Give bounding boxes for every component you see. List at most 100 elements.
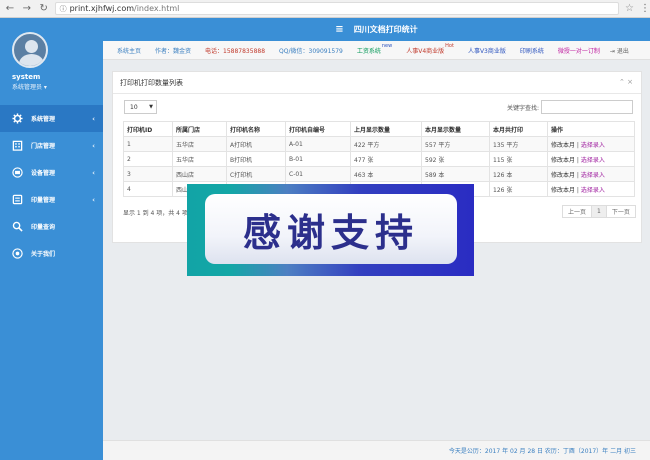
sidebar-item-label: 印量查询	[31, 224, 56, 231]
tab-print-system[interactable]: 印刷系统	[520, 46, 544, 55]
sidebar-item-system[interactable]: 系统管理 ‹	[0, 105, 103, 132]
browser-menu-icon[interactable]: ⋮	[640, 3, 650, 14]
device-icon	[12, 167, 23, 178]
tab-label: 工资系统	[356, 47, 381, 55]
select-entry-link[interactable]: 选择录入	[581, 142, 605, 149]
tab-salary-system[interactable]: 工资系统new	[356, 42, 393, 55]
cell-code: A-01	[285, 136, 351, 152]
tab-home[interactable]: 系统主页	[117, 46, 141, 55]
thanks-overlay: 感谢支持	[187, 184, 474, 276]
chevron-left-icon: ‹	[92, 168, 95, 177]
user-role-dropdown[interactable]: 系统管理员 ▾	[12, 82, 47, 91]
tab-custom[interactable]: 微授一对一订制	[558, 46, 600, 55]
column-header: 操作	[547, 121, 635, 137]
reload-icon[interactable]: ↻	[37, 2, 51, 16]
table-header-row: 打印机ID 所属门店 打印机名称 打印机自编号 上月显示数量 本月显示数量 本月…	[123, 121, 635, 137]
cell-last-month: 463 本	[350, 166, 422, 182]
select-entry-link[interactable]: 选择录入	[581, 172, 605, 179]
page-number-button[interactable]: 1	[591, 205, 607, 218]
tab-phone[interactable]: 电话：15887835888	[205, 46, 265, 55]
sidebar-item-label: 关于我们	[31, 251, 56, 258]
cell-name: B打印机	[226, 151, 286, 167]
sidebar-item-stores[interactable]: 门店管理 ‹	[0, 132, 103, 159]
column-header[interactable]: 打印机ID	[123, 121, 173, 137]
cell-code: B-01	[285, 151, 351, 167]
page-size-select[interactable]: 10 ▼	[124, 100, 157, 114]
cell-store: 五华店	[172, 151, 227, 167]
url-host: print.xjhfwj.com	[69, 4, 135, 13]
select-entry-link[interactable]: 选择录入	[581, 157, 605, 164]
prev-page-button[interactable]: 上一页	[562, 205, 593, 218]
sidebar-item-label: 系统管理	[31, 116, 56, 123]
search-label: 关键字查找:	[507, 105, 540, 112]
cell-code: C-01	[285, 166, 351, 182]
sidebar-item-query[interactable]: 印量查询	[0, 213, 103, 240]
cell-actions: 修改本月 | 选择录入	[547, 151, 635, 167]
nav-bar: 系统主页 作者：魏金资 电话：15887835888 QQ/微信：3090915…	[103, 41, 650, 60]
panel-tools[interactable]: ⌃ ×	[619, 78, 633, 86]
tab-qq[interactable]: QQ/微信：309091579	[279, 46, 343, 55]
cell-this-month: 589 本	[421, 166, 490, 182]
table-row: 3 西山店 C打印机 C-01 463 本 589 本 126 本 修改本月 |…	[123, 166, 635, 182]
hot-badge: Hot	[445, 42, 454, 49]
cell-total: 135 平方	[489, 136, 548, 152]
cell-last-month: 477 张	[350, 151, 422, 167]
search-input[interactable]	[541, 100, 633, 114]
pagination: 上一页 1 下一页	[562, 205, 636, 218]
cell-last-month: 422 平方	[350, 136, 422, 152]
url-path: /index.html	[134, 4, 180, 13]
tab-author[interactable]: 作者：魏金资	[155, 46, 191, 55]
thanks-text: 感谢支持	[242, 210, 419, 255]
tab-hr-v4[interactable]: 人事V4商业版Hot	[406, 42, 454, 55]
logout-link[interactable]: ⇥ 退出	[610, 46, 629, 55]
sidebar-item-devices[interactable]: 设备管理 ‹	[0, 159, 103, 186]
cell-name: C打印机	[226, 166, 286, 182]
caret-down-icon: ▼	[149, 104, 153, 110]
edit-month-link[interactable]: 修改本月	[551, 157, 575, 164]
footer-date: 今天是公历：2017 年 02 月 28 日 农历：丁酉（2017）年 二月 初…	[448, 448, 636, 455]
avatar	[12, 32, 48, 68]
cell-actions: 修改本月 | 选择录入	[547, 136, 635, 152]
sidebar-item-label: 门店管理	[31, 143, 56, 150]
sidebar-item-label: 印量管理	[31, 197, 56, 204]
back-arrow-icon[interactable]: ←	[3, 2, 17, 16]
edit-month-link[interactable]: 修改本月	[551, 187, 575, 194]
new-badge: new	[381, 42, 393, 49]
address-bar[interactable]: ⓘ print.xjhfwj.com/index.html	[54, 2, 620, 15]
cell-this-month: 592 张	[421, 151, 490, 167]
column-header[interactable]: 打印机名称	[226, 121, 286, 137]
cell-actions: 修改本月 | 选择录入	[547, 166, 635, 182]
table-info: 显示 1 到 4 项，共 4 项	[123, 210, 188, 217]
tab-label: 人事V4商业版	[406, 47, 445, 55]
cell-actions: 修改本月 | 选择录入	[547, 181, 635, 197]
user-name: system	[12, 73, 41, 81]
cell-store: 五华店	[172, 136, 227, 152]
sidebar-item-about[interactable]: 关于我们	[0, 240, 103, 267]
thanks-card: 感谢支持	[205, 194, 457, 264]
table-row: 1 五华店 A打印机 A-01 422 平方 557 平方 135 平方 修改本…	[123, 136, 635, 152]
ledger-icon	[12, 194, 23, 205]
table-row: 2 五华店 B打印机 B-01 477 张 592 张 115 张 修改本月 |…	[123, 151, 635, 167]
cell-id: 3	[123, 166, 173, 182]
column-header[interactable]: 打印机自编号	[285, 121, 351, 137]
edit-month-link[interactable]: 修改本月	[551, 142, 575, 149]
column-header[interactable]: 上月显示数量	[350, 121, 422, 137]
column-header[interactable]: 本月显示数量	[421, 121, 490, 137]
footer: 今天是公历：2017 年 02 月 28 日 农历：丁酉（2017）年 二月 初…	[103, 440, 650, 460]
next-page-button[interactable]: 下一页	[605, 205, 636, 218]
select-entry-link[interactable]: 选择录入	[581, 187, 605, 194]
search-icon	[12, 221, 23, 232]
sidebar-item-volume[interactable]: 印量管理 ‹	[0, 186, 103, 213]
cell-id: 1	[123, 136, 173, 152]
bookmark-star-icon[interactable]: ☆	[625, 3, 634, 14]
forward-arrow-icon[interactable]: →	[20, 2, 34, 16]
panel-header: 打印机打印数量列表	[113, 72, 641, 94]
column-header[interactable]: 所属门店	[172, 121, 227, 137]
column-header[interactable]: 本月共打印	[489, 121, 548, 137]
edit-month-link[interactable]: 修改本月	[551, 172, 575, 179]
sidebar-menu: 系统管理 ‹ 门店管理 ‹ 设备管理 ‹ 印量管理 ‹ 印量查询 关于我们	[0, 105, 103, 267]
hamburger-menu-icon[interactable]: ≡	[335, 24, 343, 35]
cell-this-month: 557 平方	[421, 136, 490, 152]
info-icon: ⓘ	[59, 4, 67, 13]
tab-hr-v3[interactable]: 人事V3商业版	[468, 46, 506, 55]
